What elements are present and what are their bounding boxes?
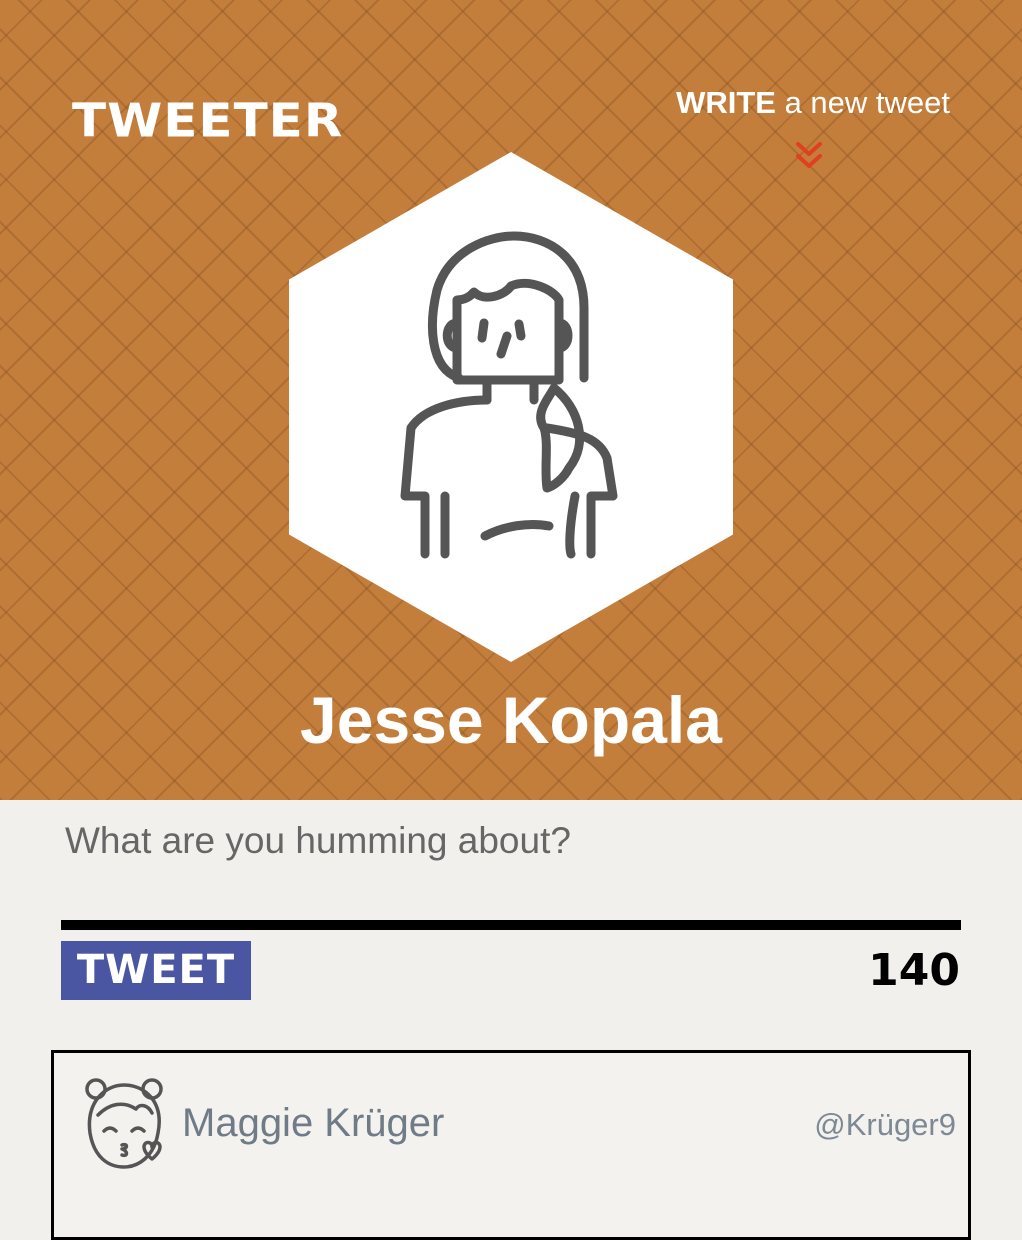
tweet-card[interactable]: Maggie Krüger @Krüger9	[51, 1050, 971, 1240]
compose-underline	[61, 920, 961, 930]
double-chevron-down-icon[interactable]	[792, 140, 826, 174]
profile-name: Jesse Kopala	[300, 683, 722, 757]
woman-avatar-icon	[400, 231, 618, 559]
character-counter: 140	[868, 945, 960, 996]
app-logo[interactable]: TWEETER	[72, 91, 343, 152]
tweet-button[interactable]: TWEET	[61, 941, 251, 1000]
girl-kiss-avatar-icon	[85, 1078, 163, 1169]
tweet-author-handle[interactable]: @Krüger9	[814, 1105, 956, 1145]
profile-header: TWEETER WRITE a new tweet Jesse Kopala	[0, 0, 1022, 800]
write-link-strong: WRITE	[676, 85, 776, 120]
tweet-compose-input[interactable]: What are you humming about?	[61, 812, 961, 920]
write-new-tweet-link[interactable]: WRITE a new tweet	[676, 84, 950, 122]
tweet-author-name[interactable]: Maggie Krüger	[182, 1099, 444, 1147]
write-link-rest: a new tweet	[775, 85, 950, 120]
